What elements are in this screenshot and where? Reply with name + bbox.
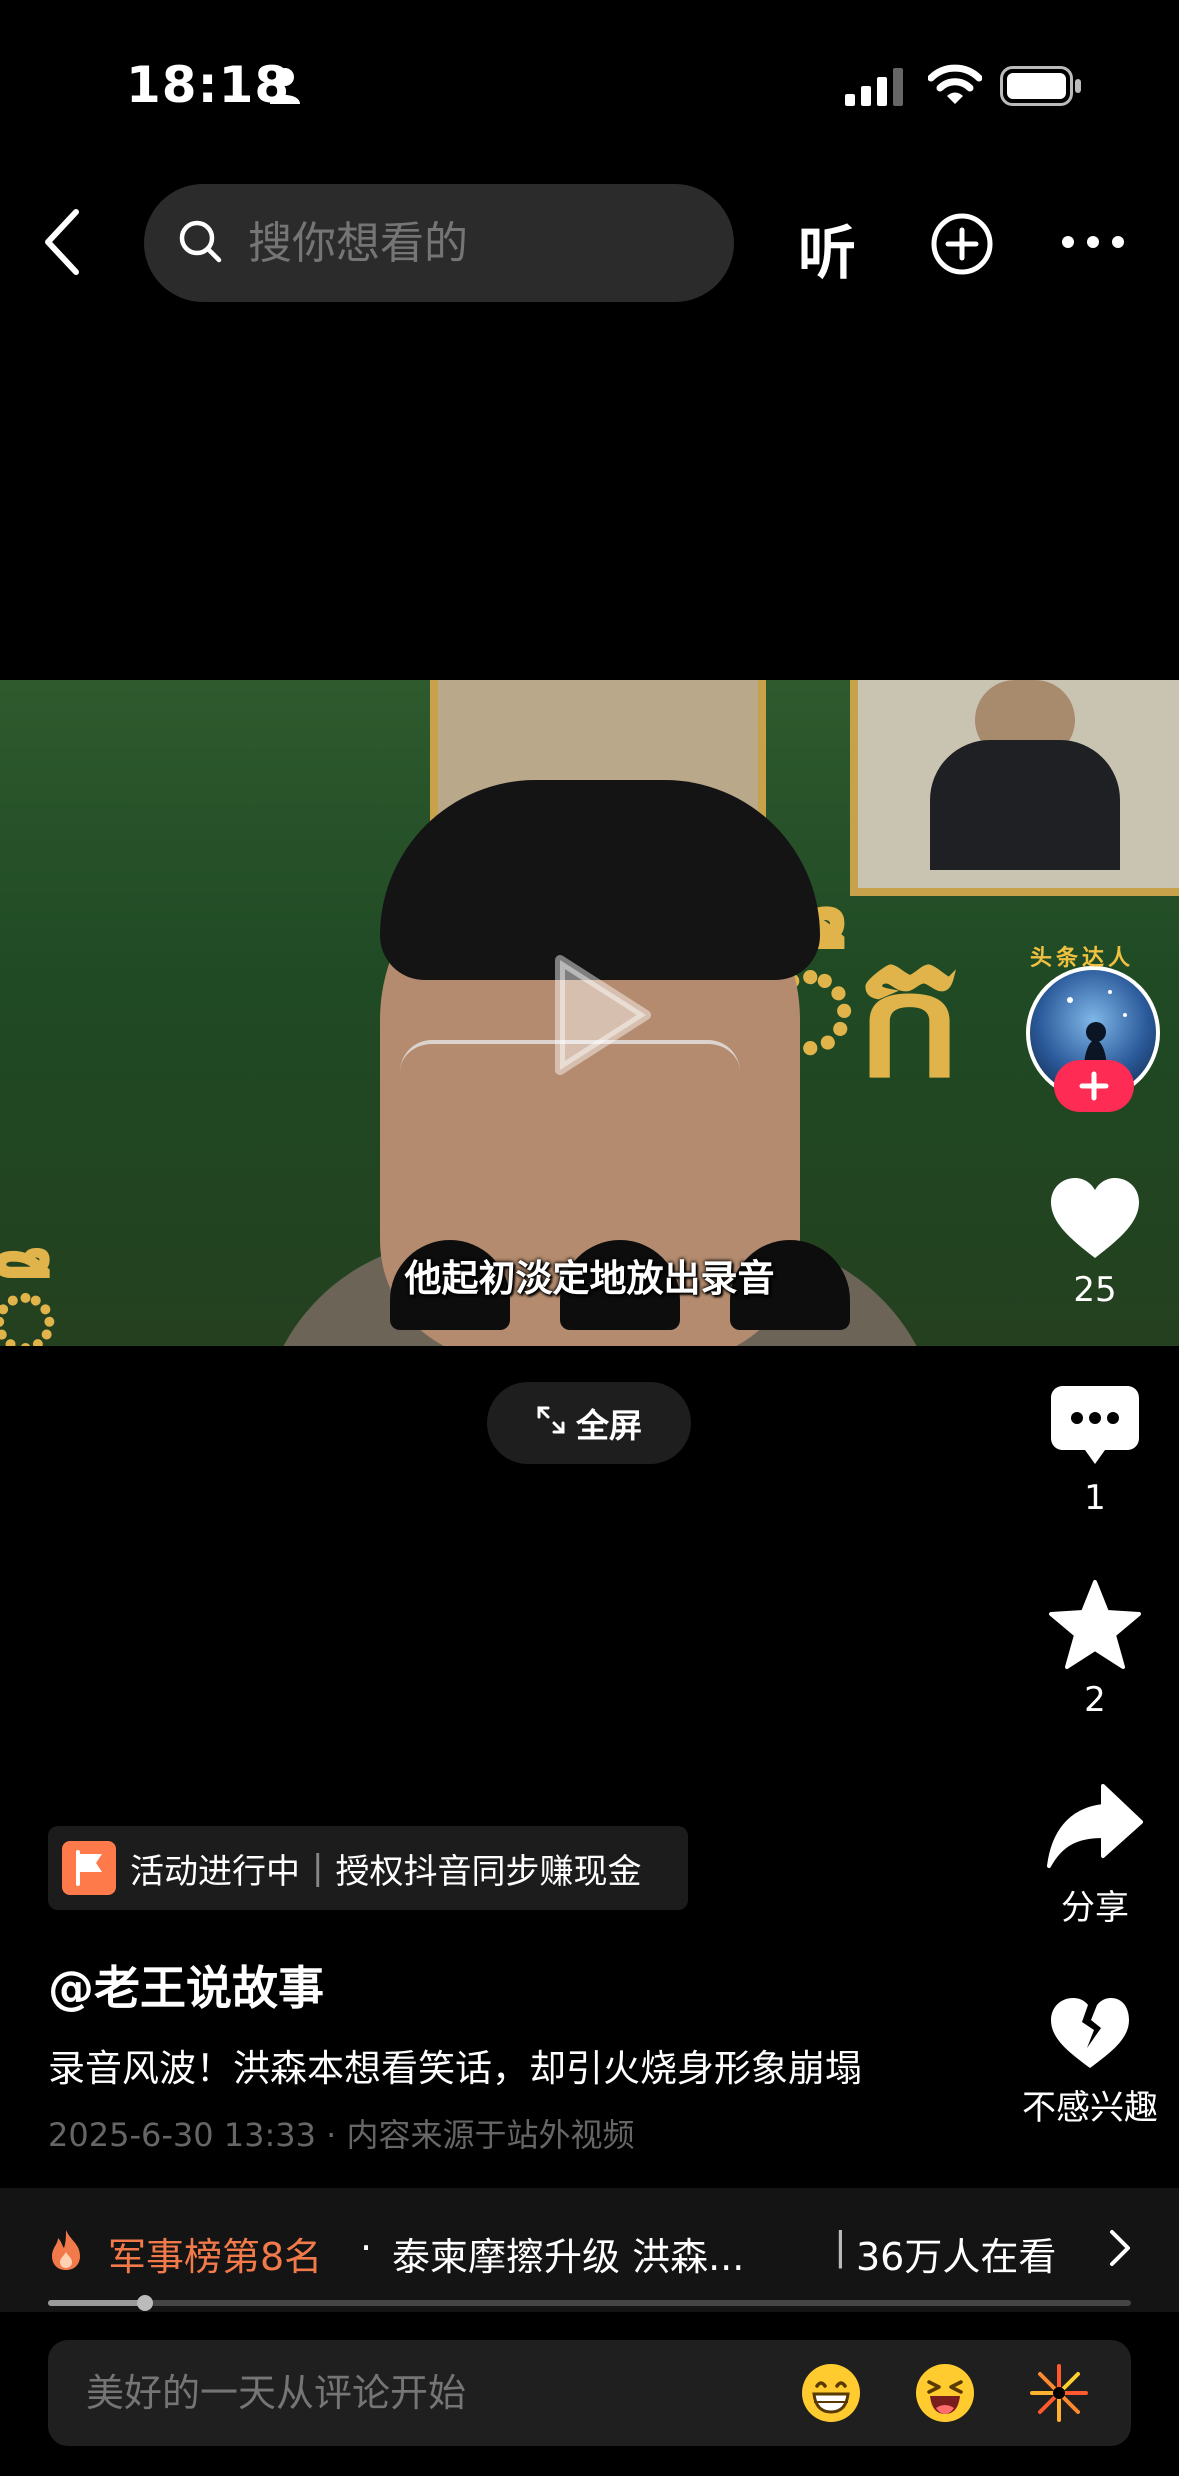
avatar-badge: 头条达人 [1030,946,1135,971]
comment-count: 1 [1084,1478,1106,1518]
divider: | [312,1848,324,1888]
post-date: 2025-6-30 13:33 [48,2116,316,2154]
star-icon [1049,1580,1141,1669]
play-icon[interactable] [546,950,656,1084]
favorite-button[interactable]: 2 [1010,1578,1179,1720]
share-arrow-icon [1047,1784,1143,1868]
search-icon [178,219,222,267]
chevron-left-icon [45,209,79,275]
comment-button[interactable]: 1 [1010,1384,1179,1518]
firework-icon [1030,2364,1088,2422]
like-button[interactable]: 25 [1010,1176,1179,1310]
activity-badge[interactable]: 活动进行中 | 授权抖音同步赚现金 [48,1826,688,1910]
laugh-emoji-icon [916,2364,974,2422]
video-meta: 2025-6-30 13:33 · 内容来源于站外视频 [48,2110,635,2156]
expand-icon [536,1404,566,1443]
comment-input[interactable] [84,2370,788,2416]
progress-fill [48,2300,146,2306]
grin-emoji-button[interactable] [800,2362,862,2428]
status-time: 18:18 [126,56,291,114]
video-subtitle: 他起初淡定地放出录音 [404,1257,775,1300]
search-bar[interactable] [144,184,734,302]
hot-topic: 泰柬摩擦升级 洪森... [392,2235,745,2279]
wifi-icon [927,64,983,110]
heart-icon [1051,1178,1139,1258]
video-progress-bar[interactable] [48,2295,1131,2311]
fullscreen-button[interactable]: 全屏 [487,1382,691,1464]
divider: | [834,2224,847,2268]
hot-rank: 军事榜第8名 [108,2235,323,2279]
fire-icon [46,2228,86,2276]
battery-icon [1000,66,1082,110]
comment-bubble-icon [1051,1386,1139,1464]
chevron-right-icon [1108,2228,1132,2272]
fullscreen-label: 全屏 [576,1406,642,1445]
add-button[interactable] [930,212,994,280]
content-source: 内容来源于站外视频 [346,2116,635,2154]
favorite-count: 2 [1084,1680,1106,1720]
activity-status: 活动进行中 [130,1851,300,1892]
search-input[interactable] [246,216,690,270]
cellular-signal-icon [845,68,905,110]
follow-button[interactable] [1054,1060,1134,1112]
back-button[interactable] [40,206,100,278]
laugh-emoji-button[interactable] [914,2362,976,2428]
video-title: 录音风波！洪森本想看笑话，却引火烧身形象崩塌 [48,2047,862,2090]
author-name[interactable]: @老王说故事 [48,1952,324,2018]
like-count: 25 [1073,1270,1117,1310]
plus-icon [1079,1071,1109,1101]
comment-bar[interactable] [48,2340,1131,2446]
share-button[interactable]: 分享 [1010,1782,1179,1929]
video-player[interactable]: ឹក ឹ 他起初淡定地放出录音 [0,680,1179,1346]
person-icon [268,66,302,110]
meta-dot: · [326,2116,347,2154]
portrait-suit [930,740,1120,870]
more-dots-icon [1062,236,1124,248]
share-label: 分享 [1061,1888,1129,1928]
hot-list-bar[interactable]: 军事榜第8名 · 泰柬摩擦升级 洪森... | 36万人在看 [0,2188,1179,2312]
activity-text: 授权抖音同步赚现金 [335,1851,642,1892]
not-interested-label: 不感兴趣 [1022,2088,1158,2128]
plus-circle-icon [931,213,993,275]
listen-button[interactable]: 听 [798,206,856,290]
firework-emoji-button[interactable] [1028,2362,1090,2428]
separator-dot: · [360,2226,373,2270]
more-button[interactable] [1060,232,1126,256]
not-interested-button[interactable]: 不感兴趣 [1000,1996,1179,2129]
viewer-count: 36万人在看 [856,2235,1057,2279]
flag-icon [62,1841,116,1895]
broken-heart-icon [1051,1998,1129,2068]
grin-emoji-icon [802,2364,860,2422]
